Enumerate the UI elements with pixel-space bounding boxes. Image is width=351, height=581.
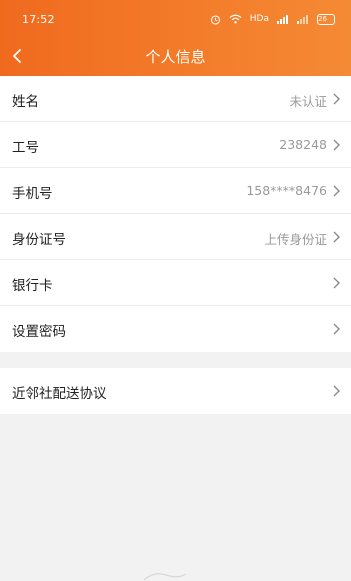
network-type-label: HDa	[249, 14, 269, 24]
status-icons: HDa 26	[210, 12, 335, 26]
profile-list: 姓名 未认证 工号 238248 手机号 158****8476 身份证号 上传…	[0, 76, 351, 352]
row-value: 158****8476	[246, 183, 327, 198]
row-name[interactable]: 姓名 未认证	[0, 76, 351, 122]
row-label: 身份证号	[12, 232, 66, 248]
row-value: 未认证	[289, 94, 327, 109]
row-employee-id[interactable]: 工号 238248	[0, 122, 351, 168]
row-bank-card[interactable]: 银行卡	[0, 260, 351, 306]
alarm-icon	[210, 14, 221, 25]
chevron-right-icon	[333, 277, 340, 289]
header: 17:52 HDa 26 个人信息	[0, 0, 351, 76]
row-value: 上传身份证	[264, 232, 327, 247]
screen: 17:52 HDa 26 个人信息 姓名 未认证 工号 238248 手机号 1…	[0, 0, 351, 581]
home-indicator-icon	[143, 573, 187, 581]
row-label: 近邻社配送协议	[12, 386, 107, 402]
row-phone[interactable]: 手机号 158****8476	[0, 168, 351, 214]
chevron-right-icon	[333, 323, 340, 335]
chevron-right-icon	[333, 385, 340, 397]
signal-icon-2	[297, 14, 309, 24]
chevron-right-icon	[333, 93, 340, 105]
row-delivery-agreement[interactable]: 近邻社配送协议	[0, 368, 351, 414]
row-label: 姓名	[12, 94, 39, 110]
row-id-card[interactable]: 身份证号 上传身份证	[0, 214, 351, 260]
row-label: 设置密码	[12, 324, 66, 340]
battery-icon: 26	[317, 13, 335, 25]
row-label: 手机号	[12, 186, 53, 202]
row-label: 银行卡	[12, 278, 53, 294]
nav-bar: 个人信息	[0, 38, 351, 76]
row-set-password[interactable]: 设置密码	[0, 306, 351, 352]
agreement-list: 近邻社配送协议	[0, 368, 351, 414]
wifi-icon	[229, 14, 242, 24]
chevron-right-icon	[333, 139, 340, 151]
status-time: 17:52	[22, 13, 55, 26]
chevron-right-icon	[333, 185, 340, 197]
page-title: 个人信息	[145, 48, 206, 66]
row-label: 工号	[12, 140, 39, 156]
status-bar: 17:52 HDa 26	[0, 0, 351, 38]
signal-icon	[277, 14, 289, 24]
row-value: 238248	[279, 137, 327, 152]
chevron-right-icon	[333, 231, 340, 243]
